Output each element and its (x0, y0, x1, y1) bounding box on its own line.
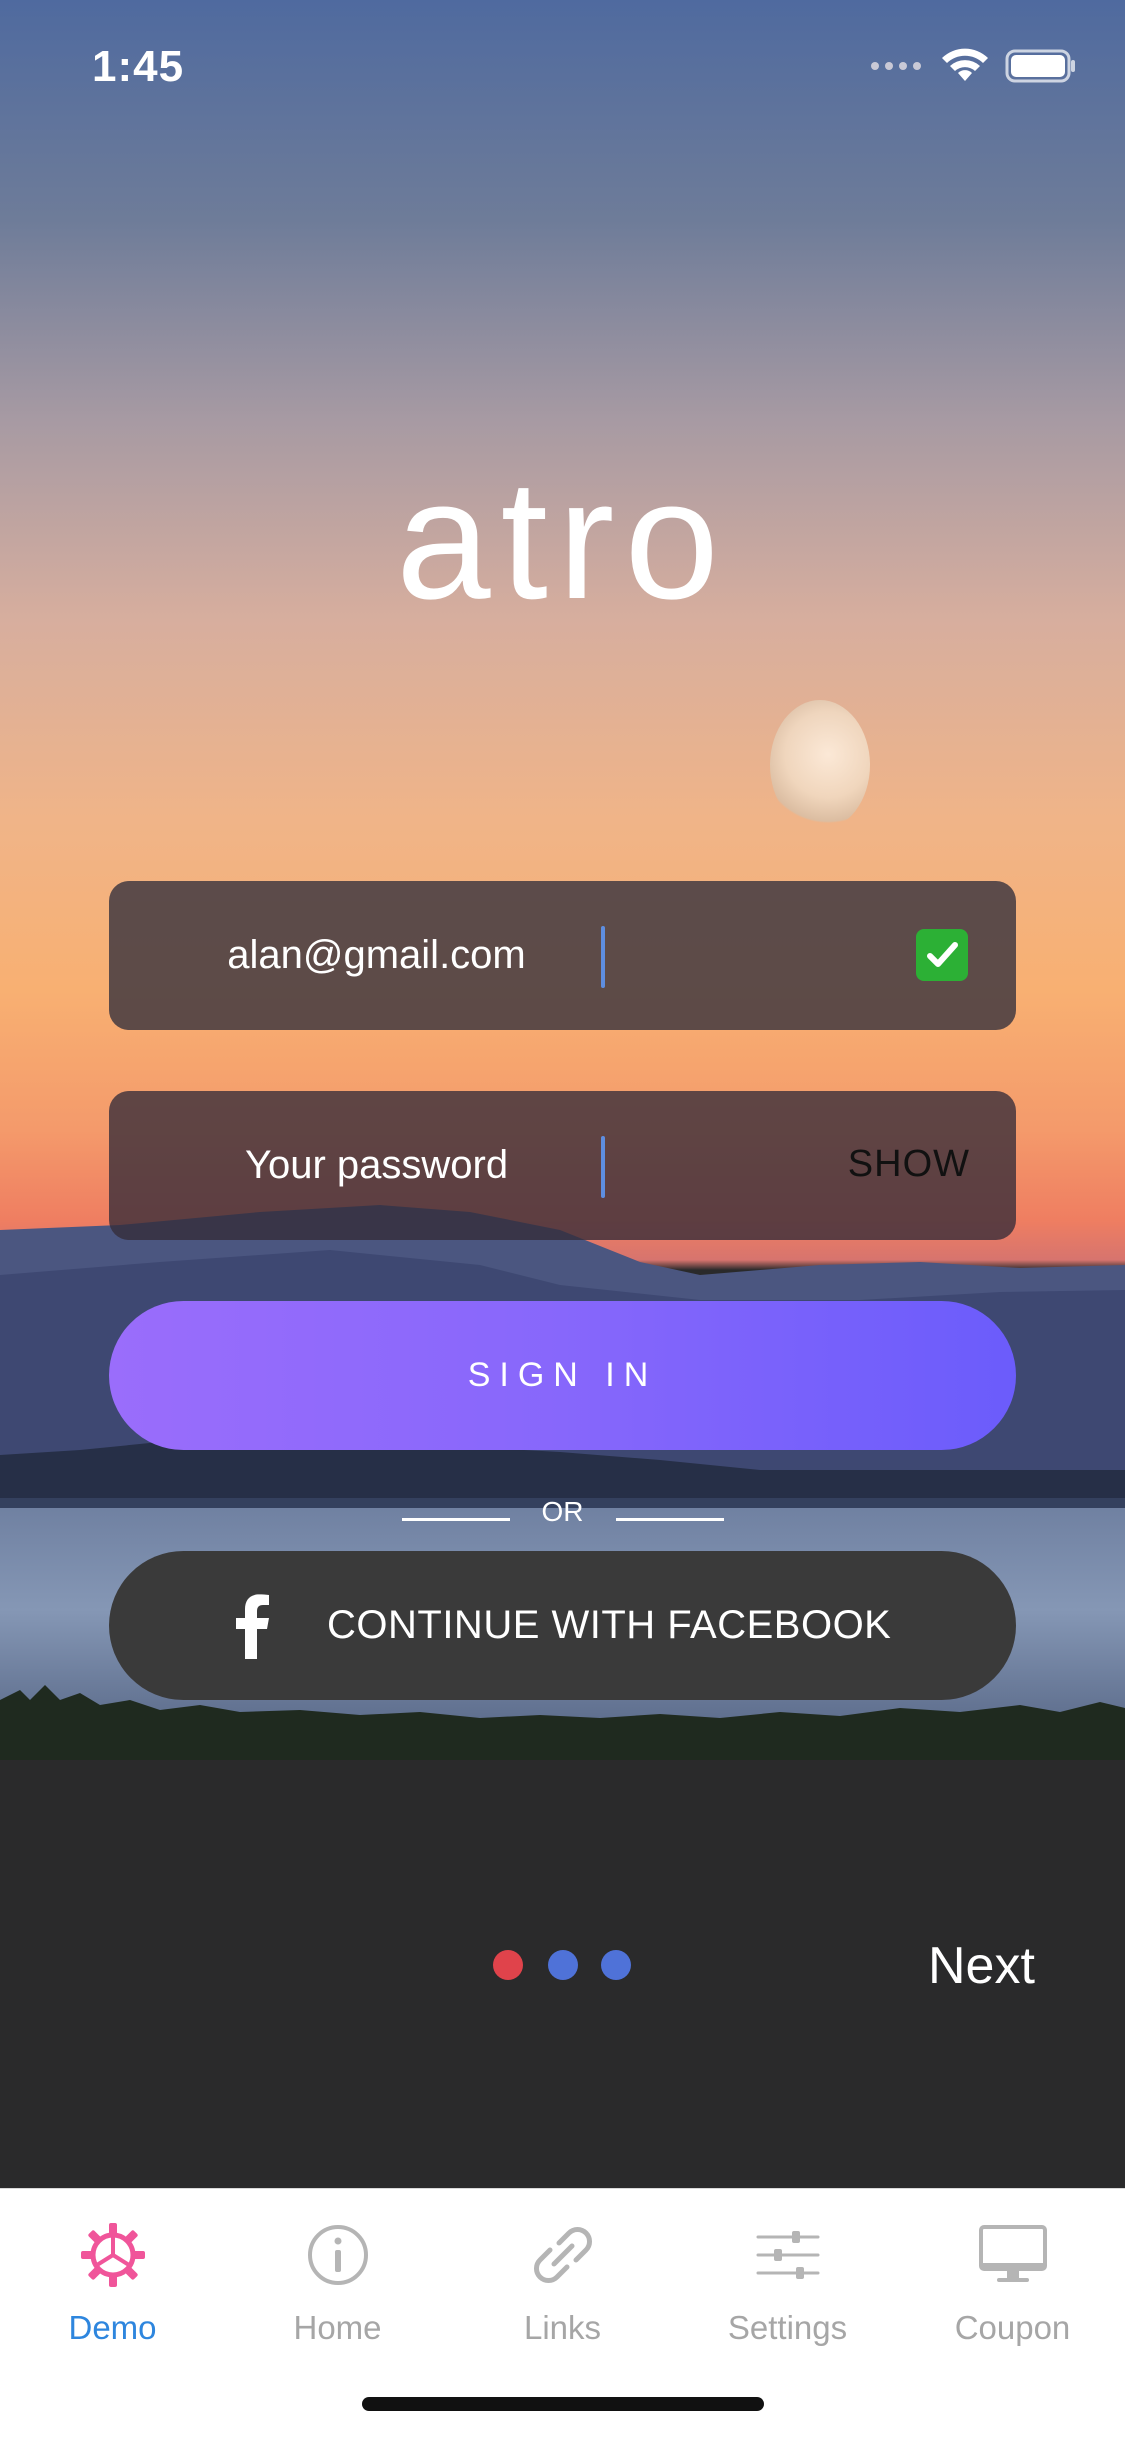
home-indicator[interactable] (362, 2397, 764, 2411)
facebook-icon (236, 1594, 269, 1659)
tab-label: Links (523, 2309, 602, 2346)
or-label: OR (541, 1496, 584, 1527)
status-icons (869, 48, 1077, 84)
divider-line-right (616, 1518, 724, 1521)
page-indicator-dot[interactable] (548, 1950, 578, 1980)
link-icon (534, 2227, 592, 2283)
facebook-button-label: CONTINUE WITH FACEBOOK (327, 1603, 892, 1647)
tab-label: Settings (727, 2309, 848, 2346)
text-caret (601, 1136, 605, 1198)
password-field[interactable]: Your password SHOW (109, 1091, 1016, 1240)
status-time: 1:45 (92, 42, 185, 91)
check-mark-icon (916, 929, 968, 981)
tab-demo[interactable]: Demo (0, 2205, 225, 2355)
or-divider: OR (0, 1492, 1125, 1532)
tab-home[interactable]: Home (225, 2205, 450, 2355)
tab-settings[interactable]: Settings (675, 2205, 900, 2355)
text-caret (601, 926, 605, 988)
sliders-icon (756, 2231, 820, 2279)
show-password-button[interactable]: SHOW (848, 1143, 970, 1186)
page-indicator-dot[interactable] (601, 1950, 631, 1980)
page-indicator-dot[interactable] (493, 1950, 523, 1980)
monitor-icon (979, 2225, 1047, 2282)
email-field[interactable]: alan@gmail.com (109, 881, 1016, 1030)
app-logo: atro (396, 445, 729, 635)
password-field-placeholder: Your password (244, 1143, 509, 1187)
tab-coupon[interactable]: Coupon (900, 2205, 1125, 2355)
tab-label: Coupon (954, 2309, 1071, 2346)
signal-icon (871, 62, 921, 70)
sign-in-button[interactable]: SIGN IN (109, 1301, 1016, 1450)
next-button[interactable]: Next (928, 1936, 1035, 1996)
email-field-value: alan@gmail.com (227, 933, 526, 977)
continue-with-facebook-button[interactable]: CONTINUE WITH FACEBOOK (109, 1551, 1016, 1700)
tab-links[interactable]: Links (450, 2205, 675, 2355)
tab-label: Demo (68, 2309, 157, 2346)
tab-label: Home (293, 2309, 382, 2346)
battery-icon (1005, 49, 1075, 83)
gear-icon (81, 2223, 145, 2287)
info-icon (308, 2225, 368, 2285)
wifi-icon (942, 48, 988, 81)
